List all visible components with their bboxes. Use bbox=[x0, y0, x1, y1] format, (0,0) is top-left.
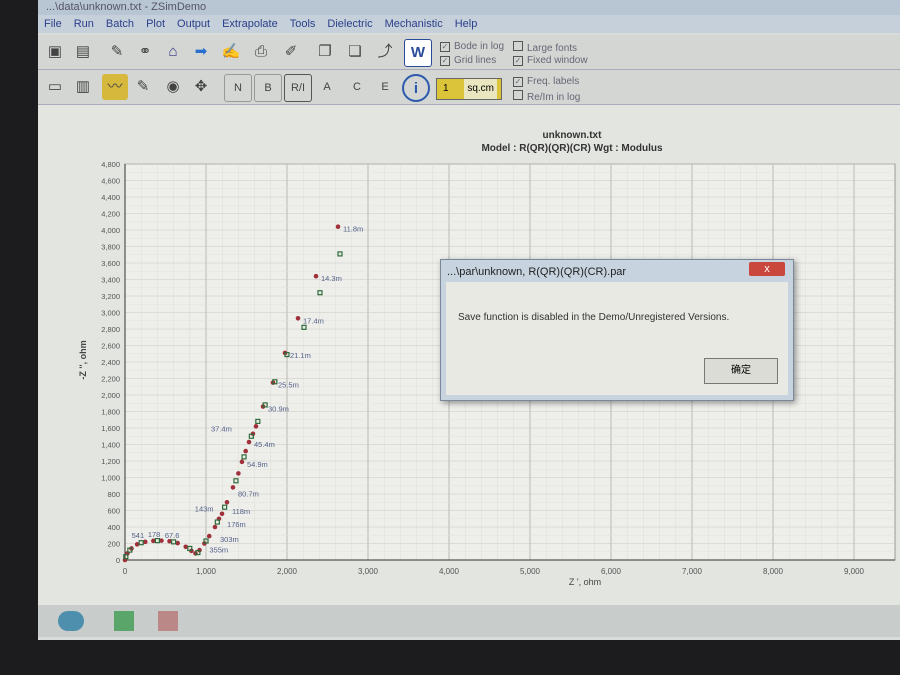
measured-point bbox=[236, 471, 241, 476]
frequency-label: 45.4m bbox=[254, 440, 275, 449]
x-tick-label: 3,000 bbox=[358, 567, 379, 576]
frequency-label: 80.7m bbox=[238, 490, 259, 499]
frequency-label: 30.9m bbox=[268, 405, 289, 414]
y-tick-label: 800 bbox=[107, 490, 120, 499]
frequency-label: 143m bbox=[195, 504, 214, 513]
x-tick-label: 5,000 bbox=[520, 567, 541, 576]
frequency-label: 67.6 bbox=[165, 531, 180, 540]
measured-point bbox=[206, 533, 212, 539]
y-tick-label: 200 bbox=[107, 540, 120, 549]
dialog-body: Save function is disabled in the Demo/Un… bbox=[446, 282, 788, 395]
frequency-label: 37.4m bbox=[211, 424, 232, 433]
frequency-label: 176m bbox=[227, 520, 246, 529]
frequency-label: 178 bbox=[148, 530, 161, 539]
measured-point bbox=[230, 485, 236, 490]
y-tick-label: 1,600 bbox=[101, 424, 120, 433]
frequency-label: 17.4m bbox=[303, 316, 324, 325]
save-disabled-dialog: ...\par\unknown, R(QR)(QR)(CR).par x Sav… bbox=[440, 259, 794, 401]
y-tick-label: 3,800 bbox=[101, 243, 120, 252]
measured-point bbox=[239, 459, 245, 465]
y-tick-label: 4,600 bbox=[101, 177, 120, 186]
y-tick-label: 1,800 bbox=[101, 408, 120, 417]
measured-point bbox=[246, 439, 252, 445]
y-tick-label: 4,200 bbox=[101, 210, 120, 219]
measured-point bbox=[219, 511, 225, 517]
x-tick-label: 7,000 bbox=[682, 567, 703, 576]
chart-subtitle: Model : R(QR)(QR)(CR) Wgt : Modulus bbox=[481, 143, 663, 154]
frequency-label: 355m bbox=[209, 546, 228, 555]
frequency-label: 14.3m bbox=[321, 274, 342, 283]
y-tick-label: 3,600 bbox=[101, 259, 120, 268]
measured-point bbox=[224, 499, 230, 505]
y-tick-label: 1,200 bbox=[101, 457, 120, 466]
measured-point bbox=[295, 315, 301, 321]
x-tick-label: 8,000 bbox=[763, 567, 784, 576]
x-axis-label: Z ', ohm bbox=[569, 577, 601, 587]
x-tick-label: 1,000 bbox=[196, 567, 217, 576]
measured-point bbox=[335, 224, 341, 229]
dialog-title: ...\par\unknown, R(QR)(QR)(CR).par bbox=[447, 266, 627, 278]
measured-point bbox=[253, 424, 259, 429]
frequency-label: 21.1m bbox=[290, 351, 311, 360]
x-tick-label: 4,000 bbox=[439, 567, 460, 576]
frequency-label: 25.5m bbox=[278, 381, 299, 390]
chart-title: unknown.txt bbox=[543, 130, 603, 141]
frequency-label: 54.9m bbox=[247, 460, 268, 469]
y-tick-label: 2,600 bbox=[101, 342, 120, 351]
dialog-close-button[interactable]: x bbox=[749, 262, 785, 276]
y-tick-label: 2,000 bbox=[101, 391, 120, 400]
frequency-label: 118m bbox=[232, 507, 250, 516]
y-axis-label: -Z '', ohm bbox=[78, 340, 88, 379]
y-tick-label: 4,000 bbox=[101, 226, 120, 235]
ok-button[interactable]: 确定 bbox=[704, 358, 778, 384]
measured-point bbox=[243, 448, 248, 454]
measured-point bbox=[313, 273, 319, 279]
x-tick-label: 2,000 bbox=[277, 567, 298, 576]
frequency-label: 541 bbox=[132, 531, 145, 540]
y-tick-label: 3,400 bbox=[101, 276, 120, 285]
y-tick-label: 400 bbox=[107, 523, 120, 532]
y-tick-label: 600 bbox=[107, 507, 120, 516]
y-tick-label: 3,000 bbox=[101, 309, 120, 318]
x-tick-label: 9,000 bbox=[844, 567, 865, 576]
frequency-label: 11.8m bbox=[343, 225, 363, 234]
y-tick-label: 1,400 bbox=[101, 441, 120, 450]
y-tick-label: 2,400 bbox=[101, 358, 120, 367]
y-tick-label: 4,800 bbox=[101, 160, 120, 169]
y-tick-label: 2,200 bbox=[101, 375, 120, 384]
measured-point bbox=[212, 524, 218, 530]
y-tick-label: 2,800 bbox=[101, 325, 120, 334]
x-tick-label: 0 bbox=[123, 567, 128, 576]
frequency-label: 303m bbox=[220, 535, 239, 544]
y-tick-label: 4,400 bbox=[101, 193, 120, 202]
y-tick-label: 3,200 bbox=[101, 292, 120, 301]
y-tick-label: 0 bbox=[116, 556, 120, 565]
x-tick-label: 6,000 bbox=[601, 567, 622, 576]
dialog-message: Save function is disabled in the Demo/Un… bbox=[458, 312, 730, 323]
y-tick-label: 1,000 bbox=[101, 474, 120, 483]
